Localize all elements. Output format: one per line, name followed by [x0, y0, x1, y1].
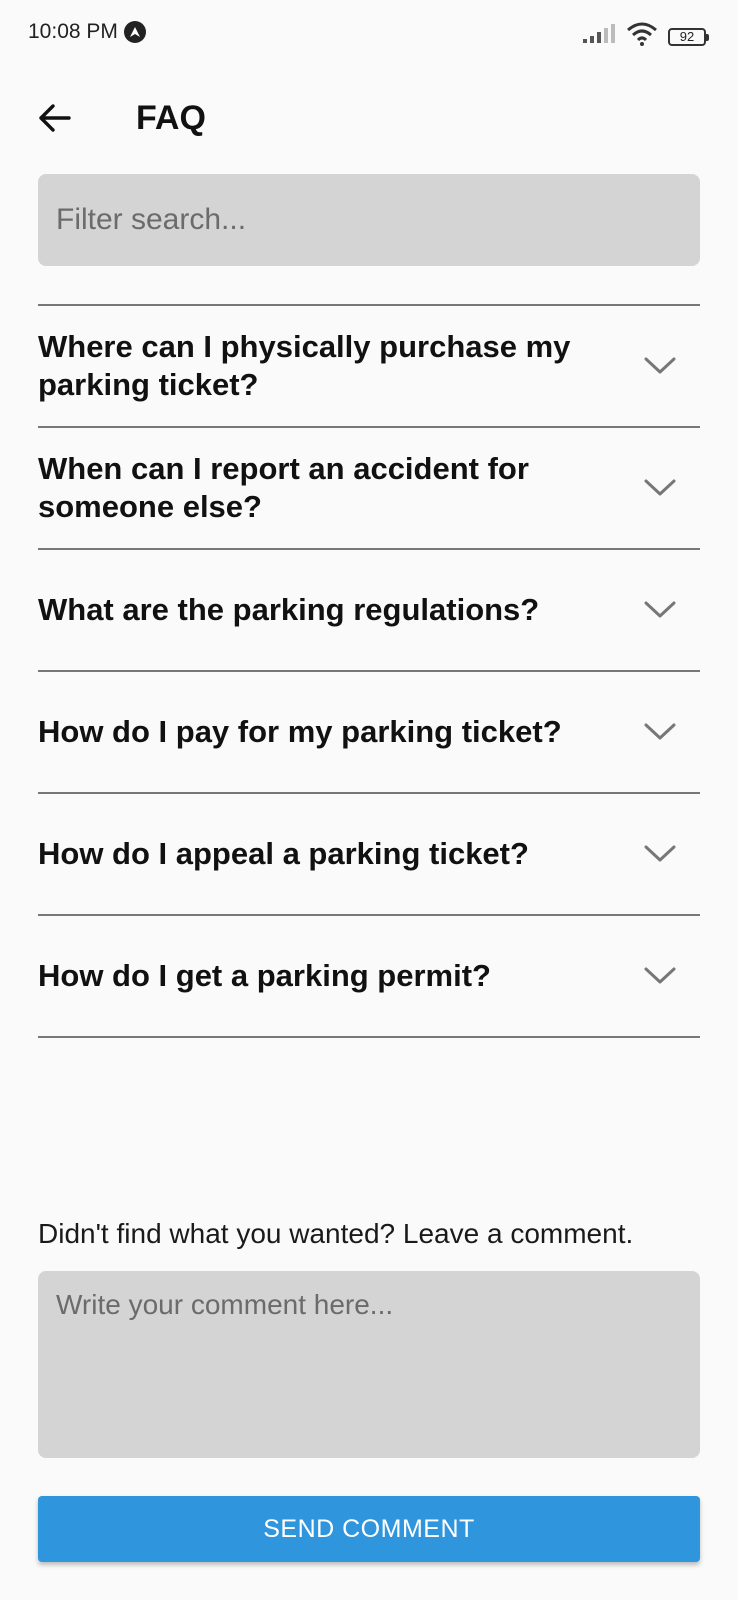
faq-list: Where can I physically purchase my parki…	[38, 304, 700, 1038]
chevron-down-icon[interactable]	[640, 834, 680, 874]
comment-input[interactable]	[38, 1271, 700, 1458]
chevron-down-icon[interactable]	[640, 712, 680, 752]
faq-item[interactable]: Where can I physically purchase my parki…	[38, 306, 700, 428]
search-input[interactable]	[38, 174, 700, 266]
chevron-down-icon[interactable]	[640, 346, 680, 386]
signal-icon	[582, 24, 616, 49]
faq-item[interactable]: How do I get a parking permit?	[38, 916, 700, 1038]
faq-item[interactable]: When can I report an accident for someon…	[38, 428, 700, 550]
battery-level: 92	[679, 29, 695, 44]
faq-question: What are the parking regulations?	[38, 592, 540, 627]
back-button[interactable]	[34, 98, 74, 138]
faq-question: How do I get a parking permit?	[38, 958, 491, 993]
faq-question: When can I report an accident for someon…	[38, 451, 529, 524]
faq-item[interactable]: What are the parking regulations?	[38, 550, 700, 672]
arrow-left-icon	[39, 104, 71, 132]
wifi-icon	[626, 22, 658, 51]
faq-item[interactable]: How do I appeal a parking ticket?	[38, 794, 700, 916]
chevron-down-icon[interactable]	[640, 956, 680, 996]
faq-question: How do I pay for my parking ticket?	[38, 714, 562, 749]
faq-question: How do I appeal a parking ticket?	[38, 836, 529, 871]
chevron-down-icon[interactable]	[640, 468, 680, 508]
status-time-label: 10:08 PM	[28, 20, 118, 43]
send-comment-button[interactable]: SEND COMMENT	[38, 1496, 700, 1562]
comment-prompt: Didn't find what you wanted? Leave a com…	[38, 1218, 634, 1249]
status-icons: 92	[582, 22, 709, 51]
status-bar: 10:08 PM 92	[0, 0, 738, 68]
faq-question: Where can I physically purchase my parki…	[38, 329, 571, 402]
app-bar: FAQ	[0, 80, 738, 158]
chevron-down-icon[interactable]	[640, 590, 680, 630]
faq-item[interactable]: How do I pay for my parking ticket?	[38, 672, 700, 794]
navigation-notification-icon	[123, 21, 146, 43]
status-time: 10:08 PM	[28, 20, 146, 44]
page-title: FAQ	[136, 99, 206, 137]
battery-icon: 92	[668, 27, 709, 46]
